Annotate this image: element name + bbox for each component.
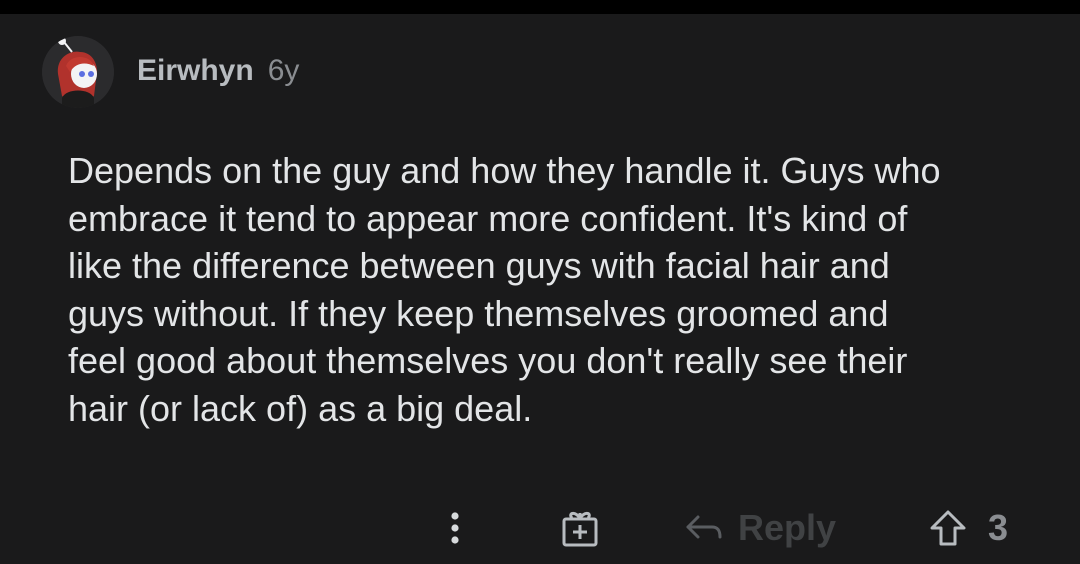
comment-card: Eirwhyn 6y Depends on the guy and how th… [0, 14, 1080, 564]
comment-age: 6y [267, 54, 300, 87]
vote-count: 3 [988, 507, 1009, 548]
user-avatar-icon[interactable] [42, 36, 114, 108]
more-options-button[interactable] [440, 504, 470, 552]
more-vertical-icon [451, 512, 459, 544]
avatar-illustration [42, 36, 114, 108]
username-link[interactable]: Eirwhyn [137, 54, 254, 88]
comment-body: Depends on the guy and how they handle i… [68, 150, 941, 429]
reply-label: Reply [738, 507, 837, 548]
upvote-arrow-icon [930, 510, 966, 546]
comment-actions-bar: Reply 3 [0, 504, 1080, 552]
status-bar-strip [0, 0, 1080, 14]
award-button[interactable] [556, 504, 604, 552]
gift-icon [562, 511, 598, 547]
comment-meta: Eirwhyn 6y [137, 54, 299, 94]
reply-button[interactable]: Reply [684, 504, 836, 552]
upvote-button[interactable]: 3 [928, 504, 1008, 552]
reply-arrow-icon [686, 515, 722, 539]
